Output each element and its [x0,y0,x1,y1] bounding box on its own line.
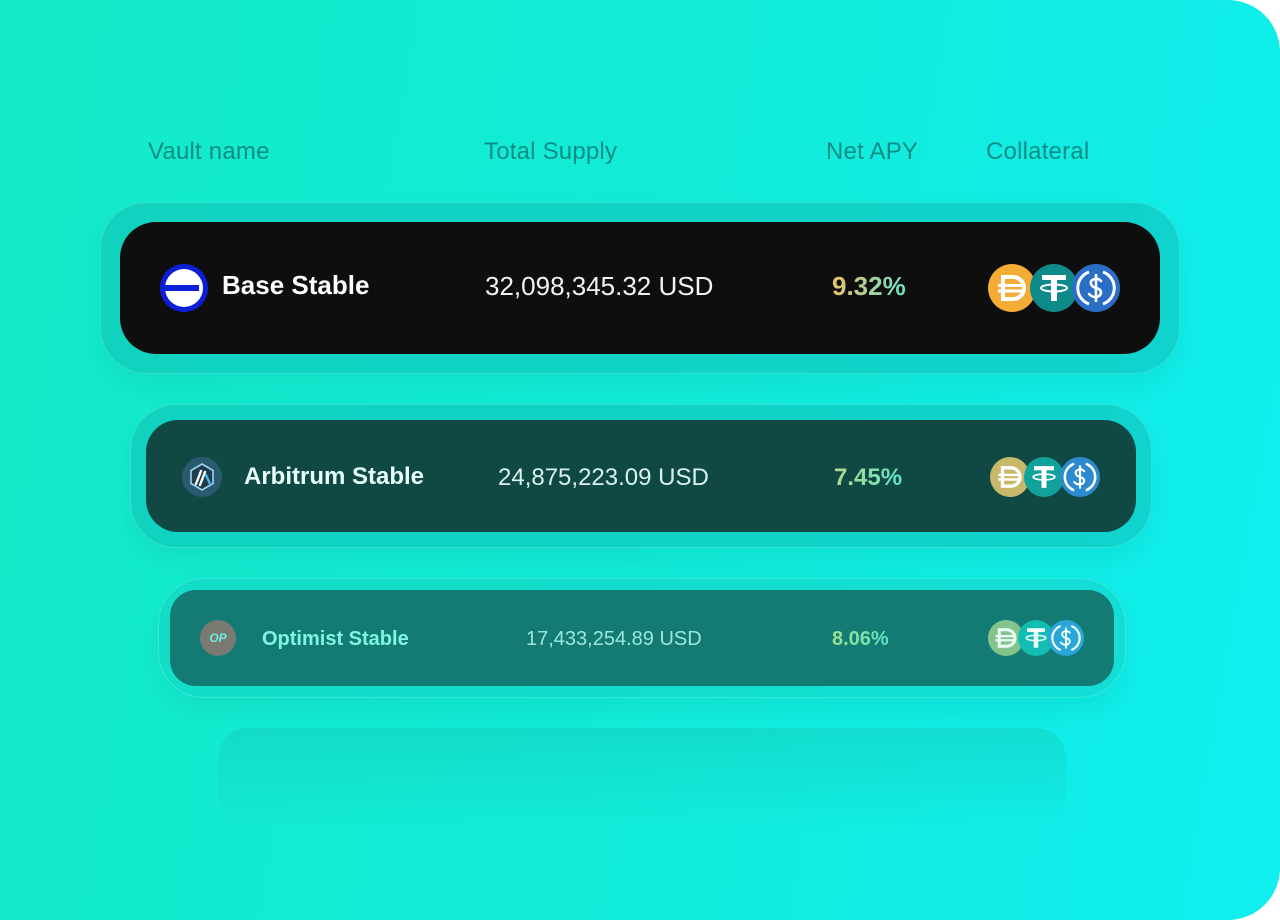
vault-name: Arbitrum Stable [244,463,425,490]
vault-net-apy: 7.45% [834,464,903,491]
column-header-vault-name: Vault name [148,138,270,165]
table-header: Vault name Total Supply Net APY Collater… [0,138,1280,170]
vault-row-placeholder [218,728,1066,828]
usdc-icon [1048,620,1084,656]
usdc-icon [1060,457,1100,497]
optimism-chain-label: OP [209,631,227,645]
dai-icon [988,264,1036,312]
column-header-collateral: Collateral [986,138,1090,165]
vault-total-supply: 24,875,223.09 USD [498,464,709,491]
vault-name: Base Stable [222,270,370,300]
vault-net-apy: 8.06% [832,628,889,650]
app-canvas: Vault name Total Supply Net APY Collater… [0,0,1280,920]
column-header-total-supply: Total Supply [484,138,618,165]
usdt-icon [1024,457,1064,497]
usdc-icon [1072,264,1120,312]
vault-total-supply: 32,098,345.32 USD [485,271,714,301]
vault-row[interactable]: OP Optimist Stable 17,433,254.89 USD 8.0… [170,590,1114,686]
optimism-chain-icon: OP [200,620,236,656]
vault-row[interactable]: Base Stable 32,098,345.32 USD 9.32% [120,222,1160,354]
column-header-net-apy: Net APY [826,138,919,165]
usdt-icon [1030,264,1078,312]
vault-total-supply: 17,433,254.89 USD [526,628,702,650]
vault-name: Optimist Stable [262,628,409,650]
vault-net-apy: 9.32% [832,271,906,301]
arbitrum-chain-icon [182,457,222,497]
vault-row[interactable]: Arbitrum Stable 24,875,223.09 USD 7.45% [146,420,1136,532]
base-chain-icon [160,264,208,312]
